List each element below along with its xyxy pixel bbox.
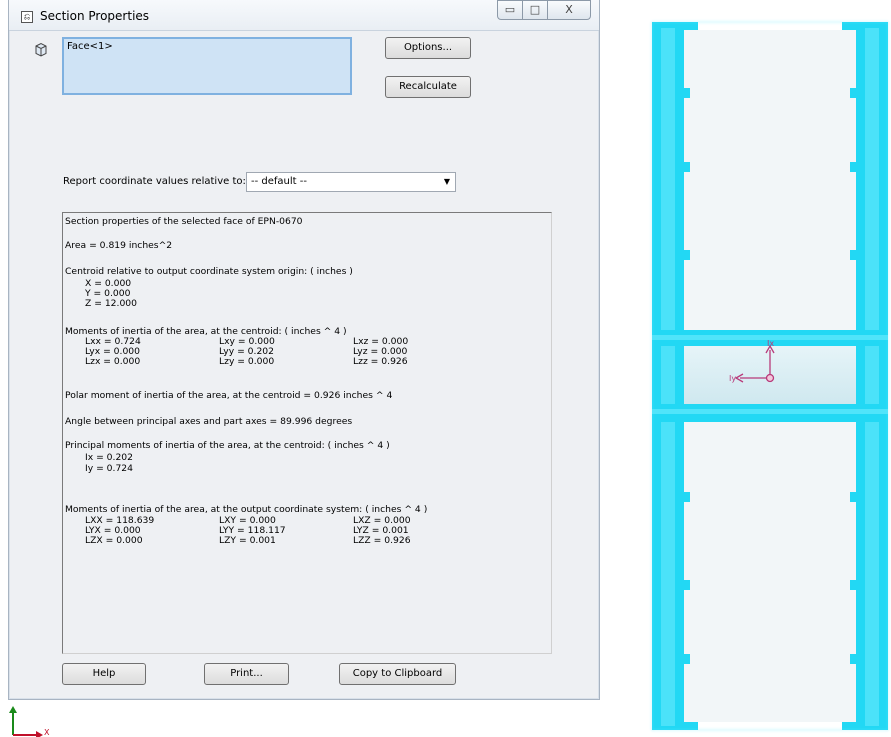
reference-triad-icon: X [9, 706, 50, 737]
face-cube-icon [35, 42, 47, 57]
centroid-z: Z = 12.000 [85, 298, 137, 309]
principal-angle: Angle between principal axes and part ax… [65, 416, 353, 427]
moi-centroid-cell: Lzx = 0.000 [85, 356, 141, 367]
triad-x-label: X [44, 728, 50, 737]
moi-output-cell: LZY = 0.001 [219, 535, 276, 546]
right-flange [856, 22, 888, 730]
centroid-title: Centroid relative to output coordinate s… [65, 266, 353, 277]
report-coordinates-label: Report coordinate values relative to: [63, 176, 246, 187]
moi-output-title: Moments of inertia of the area, at the o… [65, 504, 428, 515]
title-bar[interactable]: ⎌ Section Properties ▭ □ X [9, 0, 599, 31]
graphics-area[interactable]: Ix Iy [600, 0, 891, 737]
moi-centroid-cell: Lzy = 0.000 [219, 356, 275, 367]
section-properties-dialog: ⎌ Section Properties ▭ □ X Face<1> Optio… [8, 0, 600, 700]
copy-to-clipboard-button[interactable]: Copy to Clipboard [339, 663, 456, 685]
moi-output-cell: LZZ = 0.926 [353, 535, 411, 546]
moi-output-cell: LZX = 0.000 [85, 535, 143, 546]
area-value: Area = 0.819 inches^2 [65, 240, 173, 251]
minimize-button[interactable]: ▭ [497, 0, 523, 20]
results-header: Section properties of the selected face … [65, 216, 303, 227]
dropdown-arrow-icon: ▼ [443, 177, 450, 186]
principal-iy: Iy = 0.724 [85, 463, 133, 474]
section-properties-icon: ⎌ [21, 11, 33, 23]
print-button[interactable]: Print... [204, 663, 289, 685]
selection-list[interactable]: Face<1> [62, 37, 352, 95]
close-button[interactable]: X [547, 0, 591, 20]
lower-cavity [684, 422, 856, 722]
recalculate-button[interactable]: Recalculate [385, 76, 471, 98]
maximize-button[interactable]: □ [522, 0, 548, 20]
principal-title: Principal moments of inertia of the area… [65, 440, 390, 451]
polar-moment: Polar moment of inertia of the area, at … [65, 390, 393, 401]
help-button[interactable]: Help [62, 663, 146, 685]
coordinate-system-value: -- default -- [251, 176, 307, 187]
ix-axis-label: Ix [767, 339, 774, 348]
coordinate-system-dropdown[interactable]: -- default -- ▼ [246, 172, 456, 192]
moi-centroid-cell: Lzz = 0.926 [353, 356, 408, 367]
left-flange [652, 22, 684, 730]
iy-axis-label: Iy [729, 374, 736, 383]
results-panel[interactable]: Section properties of the selected face … [62, 212, 552, 654]
upper-cavity [684, 30, 856, 330]
options-button[interactable]: Options... [385, 37, 471, 59]
selection-item[interactable]: Face<1> [67, 41, 347, 52]
window-title: Section Properties [40, 9, 150, 23]
lower-web [652, 404, 888, 422]
principal-ix: Ix = 0.202 [85, 452, 133, 463]
